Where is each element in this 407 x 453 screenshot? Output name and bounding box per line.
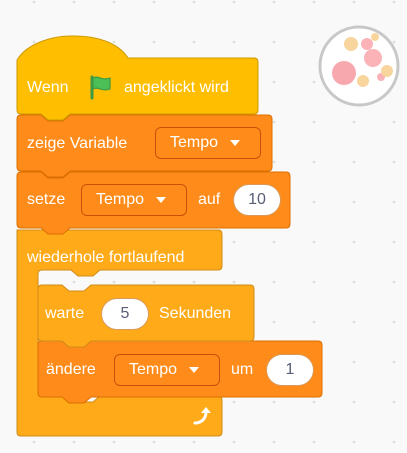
chevron-down-icon bbox=[230, 140, 241, 146]
set-variable-dropdown-value: Tempo bbox=[96, 191, 145, 208]
set-variable-value-input[interactable]: 10 bbox=[233, 184, 281, 216]
green-flag-icon bbox=[90, 75, 111, 100]
wait-block-label: warte bbox=[45, 305, 85, 322]
chevron-down-icon bbox=[156, 197, 167, 203]
change-variable-connector: um bbox=[231, 361, 254, 378]
show-variable-label: zeige Variable bbox=[27, 135, 128, 152]
scratch-script[interactable]: Wenn angeklickt wird zeige Variable Temp… bbox=[0, 0, 407, 453]
show-variable-dropdown-value: Tempo bbox=[170, 134, 219, 151]
forever-block-label: wiederhole fortlaufend bbox=[27, 249, 185, 266]
hat-block-label-prefix: Wenn bbox=[27, 79, 69, 96]
change-variable-dropdown-value: Tempo bbox=[129, 361, 178, 378]
show-variable-dropdown[interactable]: Tempo bbox=[155, 127, 261, 159]
change-variable-label: ändere bbox=[46, 361, 96, 378]
loop-arrow-icon bbox=[193, 407, 211, 425]
chevron-down-icon bbox=[189, 367, 200, 373]
wait-seconds-input[interactable]: 5 bbox=[101, 298, 149, 330]
wait-block-unit: Sekunden bbox=[159, 305, 232, 322]
set-variable-label: setze bbox=[27, 191, 66, 208]
set-variable-dropdown[interactable]: Tempo bbox=[81, 184, 187, 216]
change-variable-value-input[interactable]: 1 bbox=[266, 354, 314, 386]
change-variable-dropdown[interactable]: Tempo bbox=[114, 354, 220, 386]
set-variable-connector: auf bbox=[198, 191, 221, 208]
hat-block-label-suffix: angeklickt wird bbox=[124, 79, 229, 96]
